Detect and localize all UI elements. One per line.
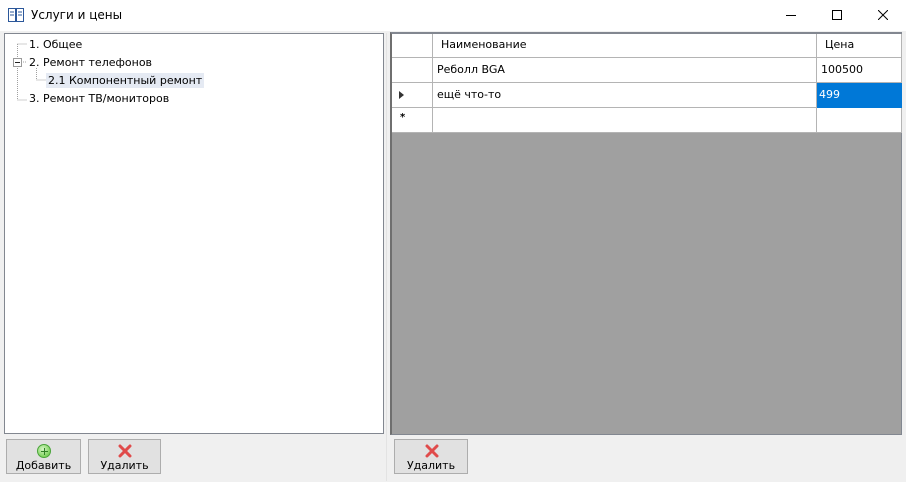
cell-price[interactable]: 100500 xyxy=(817,58,902,83)
maximize-icon xyxy=(832,10,842,20)
delete-category-button-label: Удалить xyxy=(100,459,149,472)
tree-node-component-repair[interactable]: 2.1 Компонентный ремонт xyxy=(46,73,205,88)
close-button[interactable] xyxy=(860,0,906,31)
delete-service-button-label: Удалить xyxy=(406,459,456,472)
grid-corner-header[interactable] xyxy=(392,34,433,58)
minimize-button[interactable] xyxy=(768,0,814,31)
services-grid[interactable]: Наименование Цена Реболл BGA 100500 ещё … xyxy=(390,32,902,435)
title-bar: Услуги и цены xyxy=(0,0,906,31)
row-header[interactable] xyxy=(392,58,433,83)
row-header-new[interactable]: * xyxy=(392,108,433,133)
cell-name[interactable]: Реболл BGA xyxy=(433,58,817,83)
close-icon xyxy=(878,10,888,20)
tree-node-tv-monitor-repair[interactable]: 3. Ремонт ТВ/мониторов xyxy=(27,91,171,106)
tree-node-phone-repair[interactable]: 2. Ремонт телефонов xyxy=(27,55,154,70)
delete-category-button[interactable]: Удалить xyxy=(88,439,161,474)
category-tree[interactable]: 1. Общее 2. Ремонт телефонов 2.1 Компоне… xyxy=(4,33,384,434)
maximize-button[interactable] xyxy=(814,0,860,31)
tree-node-general[interactable]: 1. Общее xyxy=(27,37,84,52)
collapse-icon[interactable] xyxy=(13,58,22,67)
cell-name-new[interactable] xyxy=(433,108,817,133)
delete-icon xyxy=(425,444,439,458)
new-row-marker: * xyxy=(400,112,406,123)
add-button-label: Добавить xyxy=(15,459,72,472)
add-button[interactable]: Добавить xyxy=(6,439,81,474)
delete-service-button[interactable]: Удалить xyxy=(394,439,468,474)
cell-price-new[interactable] xyxy=(817,108,902,133)
column-header-price[interactable]: Цена xyxy=(817,34,902,58)
current-row-arrow-icon xyxy=(399,91,404,99)
cell-name[interactable]: ещё что-то xyxy=(433,83,817,108)
delete-icon xyxy=(118,444,132,458)
panel-splitter[interactable] xyxy=(386,33,387,481)
book-icon xyxy=(8,8,24,22)
row-header-current[interactable] xyxy=(392,83,433,108)
window-title: Услуги и цены xyxy=(31,8,123,22)
column-header-name[interactable]: Наименование xyxy=(433,34,817,58)
minimize-icon xyxy=(786,15,796,16)
add-icon xyxy=(37,444,51,458)
cell-price-selected[interactable]: 499 xyxy=(817,83,902,108)
